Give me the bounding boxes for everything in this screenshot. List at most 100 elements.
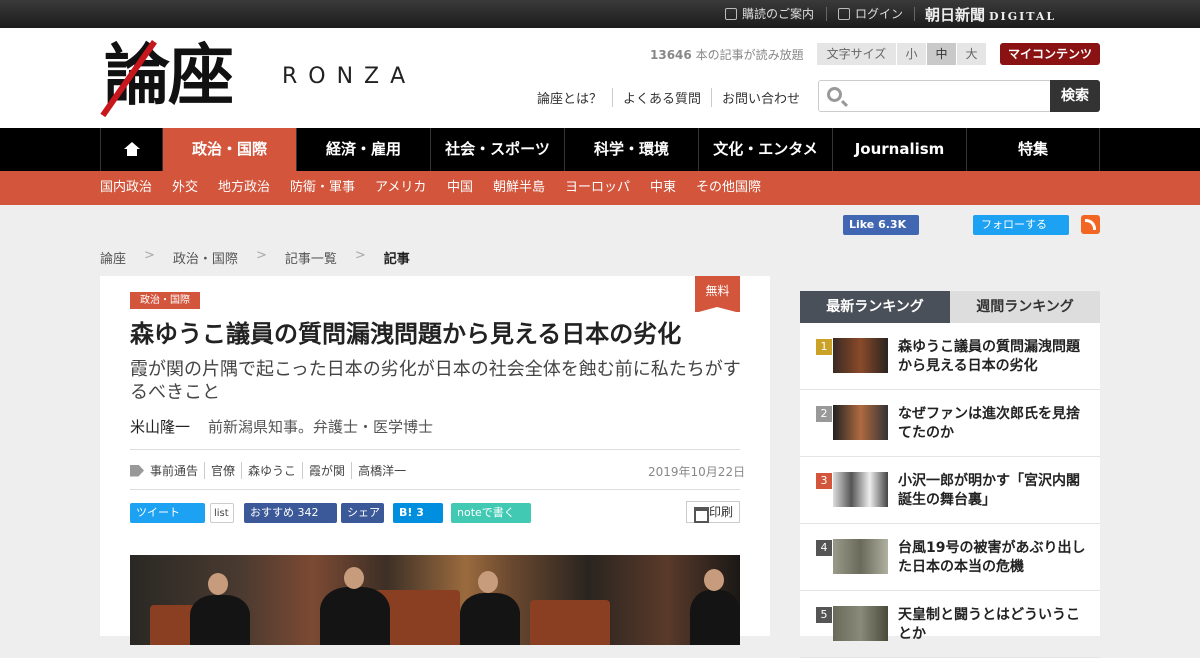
ranking-thumbnail [833, 338, 888, 373]
photo-person [460, 593, 520, 645]
ranking-title: 台風19号の被害があぶり出した日本の本当の危機 [898, 540, 1086, 575]
facebook-like-button[interactable]: Like 6.3K [843, 215, 919, 235]
breadcrumb-list[interactable]: 記事一覧 [285, 248, 337, 267]
ranking-title: 天皇制と闘うとはどういうことか [898, 607, 1080, 642]
tag-item[interactable]: 高橋洋一 [351, 462, 412, 479]
nav-politics[interactable]: 政治・国際 [162, 128, 296, 171]
nav-home[interactable] [100, 128, 162, 171]
photo-person [190, 595, 250, 645]
subscription-guide-link[interactable]: 購読のご案内 [725, 0, 814, 28]
rank-number: 2 [816, 406, 832, 422]
asahi-digital-logo[interactable]: 朝日新聞 DIGITAL [925, 4, 1056, 25]
global-nav: 政治・国際 経済・雇用 社会・スポーツ 科学・環境 文化・エンタメ Journa… [0, 128, 1200, 171]
breadcrumb-category[interactable]: 政治・国際 [173, 248, 238, 267]
logo-latin: RONZA [282, 64, 417, 89]
twitter-follow-button[interactable]: フォローする [973, 215, 1069, 235]
nav-journalism[interactable]: Journalism [832, 128, 966, 171]
facebook-share-button[interactable]: シェア [341, 503, 384, 523]
ranking-item[interactable]: 2 なぜファンは進次郎氏を見捨てたのか [800, 390, 1100, 457]
nav-culture[interactable]: 文化・エンタメ [698, 128, 832, 171]
rss-icon[interactable] [1081, 215, 1100, 234]
subnav-america[interactable]: アメリカ [375, 171, 426, 205]
nav-science[interactable]: 科学・環境 [564, 128, 698, 171]
article-card: 政治・国際 無料 森ゆうこ議員の質問漏洩問題から見える日本の劣化 霞が関の片隅で… [100, 276, 770, 645]
nav-features[interactable]: 特集 [966, 128, 1100, 171]
font-size-label: 文字サイズ [817, 43, 897, 65]
divider [130, 489, 740, 490]
tag-item[interactable]: 森ゆうこ [241, 462, 302, 479]
breadcrumb-separator: > [354, 248, 366, 263]
breadcrumb: 論座 > 政治・国際 > 記事一覧 > 記事 [100, 248, 428, 267]
tag-item[interactable]: 事前通告 [150, 462, 204, 479]
nav-society[interactable]: 社会・スポーツ [430, 128, 564, 171]
search-icon [827, 87, 842, 102]
rank-number: 3 [816, 473, 832, 489]
subnav-domestic[interactable]: 国内政治 [100, 171, 152, 205]
nav-economy[interactable]: 経済・雇用 [296, 128, 430, 171]
twitter-list-button[interactable]: list [210, 503, 234, 523]
breadcrumb-home[interactable]: 論座 [100, 248, 126, 267]
font-size-switcher: 文字サイズ 小 中 大 [817, 43, 987, 65]
brand-name: 朝日新聞 [925, 6, 986, 24]
photo-face [208, 573, 228, 595]
ranking-item[interactable]: 3 小沢一郎が明かす「宮沢内閣誕生の舞台裏」 [800, 457, 1100, 524]
search-button[interactable]: 検索 [1050, 80, 1100, 112]
tab-weekly-ranking[interactable]: 週間ランキング [950, 291, 1100, 323]
breadcrumb-separator: > [255, 248, 267, 263]
tag-item[interactable]: 霞が関 [302, 462, 351, 479]
sub-nav: 国内政治 外交 地方政治 防衛・軍事 アメリカ 中国 朝鮮半島 ヨーロッパ 中東… [0, 171, 1200, 205]
subscription-guide-label: 購読のご案内 [742, 7, 815, 21]
hatena-bookmark-button[interactable]: B! 3 [393, 503, 443, 523]
subnav-diplomacy[interactable]: 外交 [172, 171, 198, 205]
author-name[interactable]: 米山隆一 [130, 418, 190, 436]
ranking-item[interactable]: 1 森ゆうこ議員の質問漏洩問題から見える日本の劣化 [800, 323, 1100, 390]
ranking-tabs: 最新ランキング 週間ランキング [800, 291, 1100, 323]
tag-item[interactable]: 官僚 [204, 462, 241, 479]
divider [914, 7, 915, 21]
contact-link[interactable]: お問い合わせ [711, 88, 810, 107]
print-button[interactable]: 印刷 [686, 501, 740, 523]
site-header: 論座 RONZA 13646 本の記事が読み放題 文字サイズ 小 中 大 マイコ… [0, 28, 1200, 128]
article-count-number: 13646 [650, 48, 692, 62]
subnav-middle-east[interactable]: 中東 [650, 171, 676, 205]
free-badge: 無料 [695, 276, 740, 313]
category-badge[interactable]: 政治・国際 [130, 292, 200, 309]
my-contents-button[interactable]: マイコンテンツ [1000, 43, 1100, 65]
ranking-thumbnail [833, 405, 888, 440]
subnav-defense[interactable]: 防衛・軍事 [290, 171, 355, 205]
ranking-thumbnail [833, 539, 888, 574]
login-link[interactable]: ログイン [838, 0, 903, 28]
author-line: 米山隆一 前新潟県知事。弁護士・医学博士 [130, 416, 433, 437]
about-link[interactable]: 論座とは？ [537, 88, 612, 107]
facebook-recommend-button[interactable]: おすすめ 342 [244, 503, 337, 523]
font-size-large[interactable]: 大 [957, 43, 987, 65]
tab-latest-ranking[interactable]: 最新ランキング [800, 291, 950, 323]
edit-icon [725, 8, 737, 20]
faq-link[interactable]: よくある質問 [612, 88, 711, 107]
article-count: 13646 本の記事が読み放題 [650, 46, 804, 63]
ronza-logo[interactable]: 論座 [100, 34, 284, 124]
search-input[interactable] [853, 83, 1049, 109]
note-button[interactable]: noteで書く [451, 503, 531, 523]
subnav-local[interactable]: 地方政治 [218, 171, 270, 205]
article-count-text: 本の記事が読み放題 [695, 48, 804, 62]
photo-person [690, 590, 740, 645]
rank-number: 4 [816, 540, 832, 556]
rank-number: 5 [816, 607, 832, 623]
header-links: 論座とは？ よくある質問 お問い合わせ [537, 88, 810, 107]
font-size-medium[interactable]: 中 [927, 43, 957, 65]
author-description: 前新潟県知事。弁護士・医学博士 [208, 418, 434, 436]
subnav-europe[interactable]: ヨーロッパ [565, 171, 630, 205]
font-size-small[interactable]: 小 [897, 43, 927, 65]
subnav-korea[interactable]: 朝鮮半島 [493, 171, 545, 205]
breadcrumb-current: 記事 [383, 252, 410, 267]
photo-face [344, 567, 364, 589]
ranking-item[interactable]: 5 天皇制と闘うとはどういうことか [800, 591, 1100, 658]
subnav-other[interactable]: その他国際 [696, 171, 761, 205]
rank-number: 1 [816, 339, 832, 355]
ranking-item[interactable]: 4 台風19号の被害があぶり出した日本の本当の危機 [800, 524, 1100, 591]
tweet-button[interactable]: ツイート [130, 503, 205, 523]
article-title: 森ゆうこ議員の質問漏洩問題から見える日本の劣化 [130, 320, 682, 348]
publish-date: 2019年10月22日 [648, 465, 746, 479]
subnav-china[interactable]: 中国 [447, 171, 473, 205]
